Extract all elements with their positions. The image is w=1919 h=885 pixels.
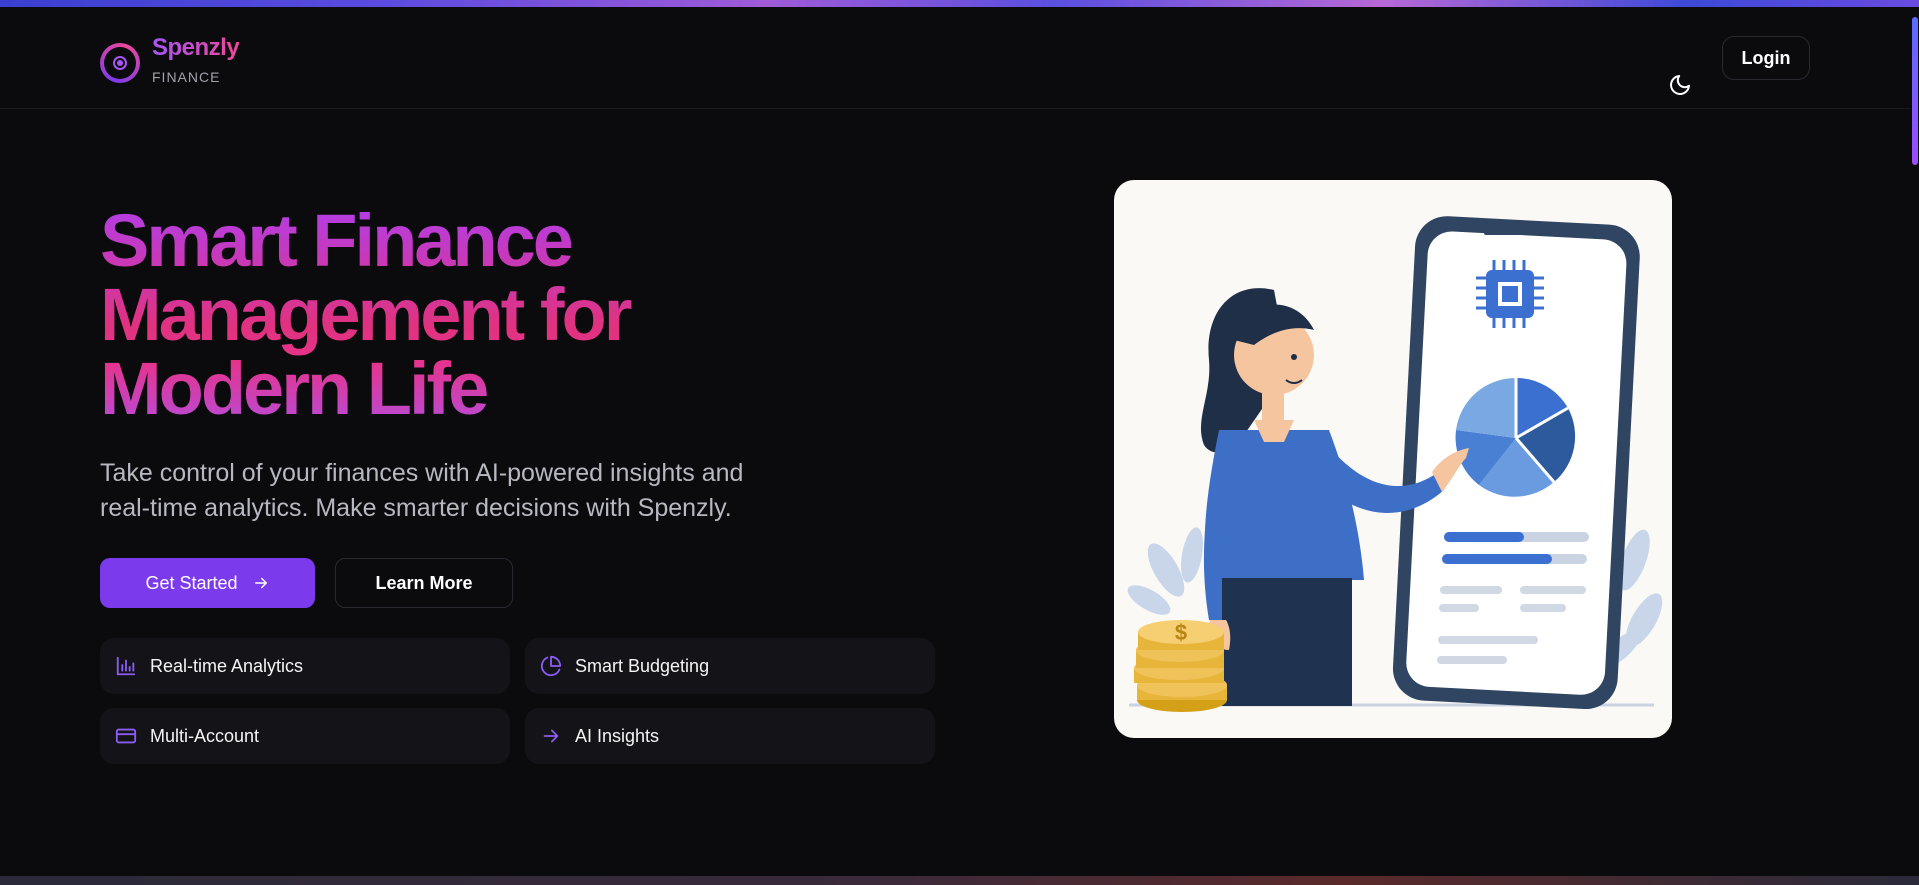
feature-real-time-analytics[interactable]: Real-time Analytics [100, 638, 510, 694]
hero-description-line-2: real-time analytics. Make smarter decisi… [100, 494, 732, 522]
brand-logo[interactable]: Spenzly FINANCE [100, 33, 240, 85]
feature-multi-account[interactable]: Multi-Account [100, 708, 510, 764]
logo-icon [100, 43, 140, 83]
credit-card-icon [114, 724, 138, 748]
hero-title: Smart Finance Management for Modern Life [100, 204, 800, 426]
get-started-button[interactable]: Get Started [100, 558, 315, 608]
hero-illustration: $ [1114, 180, 1672, 738]
hero-description: Take control of your finances with AI-po… [100, 456, 840, 526]
get-started-label: Get Started [145, 572, 238, 593]
arrow-right-icon [539, 724, 563, 748]
page-scrollbar[interactable] [1911, 7, 1919, 885]
hero-title-line-3: Modern Life [100, 347, 487, 430]
pie-chart-graphic [1455, 377, 1576, 497]
feature-label: Real-time Analytics [150, 655, 304, 676]
learn-more-button[interactable]: Learn More [335, 558, 513, 608]
top-gradient-strip [0, 0, 1919, 7]
coin-stack-icon: $ [1134, 620, 1227, 712]
brand-name: Spenzly [152, 34, 240, 61]
login-button[interactable]: Login [1722, 36, 1810, 80]
hero-title-line-2: Management for [100, 273, 630, 356]
feature-ai-insights[interactable]: AI Insights [525, 708, 935, 764]
arrow-right-icon [254, 577, 267, 589]
svg-text:$: $ [1175, 620, 1187, 645]
hero-description-line-1: Take control of your finances with AI-po… [100, 459, 744, 487]
feature-label: Multi-Account [150, 725, 260, 746]
bottom-gradient-strip [0, 876, 1919, 885]
site-header: Spenzly FINANCE Login [0, 7, 1911, 109]
feature-label: AI Insights [575, 725, 660, 746]
bar-chart-icon [114, 654, 138, 678]
pie-chart-icon [539, 654, 563, 678]
scrollbar-thumb[interactable] [1912, 17, 1918, 165]
brand-subtitle: FINANCE [152, 69, 221, 85]
feature-smart-budgeting[interactable]: Smart Budgeting [525, 638, 935, 694]
hero-title-line-1: Smart Finance [100, 199, 571, 282]
theme-toggle-button[interactable] [1666, 71, 1694, 99]
moon-icon [1670, 75, 1690, 95]
plant-left-icon [1127, 527, 1203, 615]
feature-label: Smart Budgeting [575, 655, 710, 676]
